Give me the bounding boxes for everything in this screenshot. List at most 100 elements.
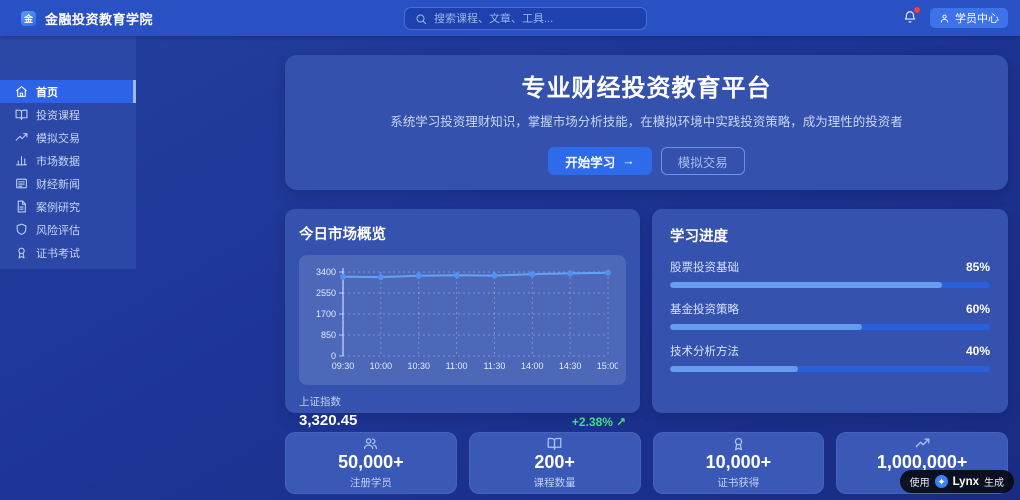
svg-text:14:30: 14:30	[559, 361, 582, 371]
sidebar-item-exam[interactable]: 证书考试	[0, 241, 136, 264]
svg-text:15:00: 15:00	[597, 361, 618, 371]
search-icon	[416, 14, 426, 24]
lynx-logo-icon	[934, 475, 948, 488]
notification-dot	[914, 7, 920, 13]
sidebar-item-label: 财经新闻	[36, 178, 80, 191]
sidebar-item-label: 市场数据	[36, 155, 80, 168]
overview-row: 今日市场概览 0 850 1700 2550 3400 09:30 10:00 10:30 11…	[285, 209, 1008, 429]
sidebar-item-label: 首页	[36, 86, 58, 99]
stat-value: 50,000+	[338, 452, 404, 473]
trend-icon	[915, 436, 930, 451]
file-icon	[15, 200, 28, 213]
start-learning-button[interactable]: 开始学习 →	[548, 147, 652, 176]
index-summary: 上证指数 3,320.45 +2.38% ↗	[299, 394, 626, 429]
app-title: 金融投资教育学院	[45, 11, 154, 27]
index-name: 上证指数	[299, 396, 341, 408]
stat-label: 课程数量	[533, 476, 576, 489]
svg-text:3400: 3400	[316, 267, 336, 277]
news-icon	[15, 177, 28, 190]
search-box[interactable]	[404, 7, 647, 30]
hero-banner: 专业财经投资教育平台 系统学习投资理财知识，掌握市场分析技能，在模拟环境中实践投…	[285, 55, 1008, 190]
sidebar-item-market[interactable]: 市场数据	[0, 149, 136, 172]
top-right-actions: 学员中心	[903, 0, 1008, 36]
simulated-trading-button[interactable]: 模拟交易	[660, 147, 745, 176]
progress-label: 股票投资基础	[670, 262, 739, 274]
hero-buttons: 开始学习 → 模拟交易	[285, 147, 1008, 176]
svg-text:1700: 1700	[316, 309, 336, 319]
progress-fill	[670, 366, 798, 372]
trend-icon	[15, 131, 28, 144]
sidebar-item-courses[interactable]: 投资课程	[0, 103, 136, 126]
progress-percent: 40%	[965, 344, 990, 358]
svg-text:2550: 2550	[316, 288, 336, 298]
main-content: 专业财经投资教育平台 系统学习投资理财知识，掌握市场分析技能，在模拟环境中实践投…	[285, 55, 1008, 494]
progress-list: 股票投资基础 85% 基金投资策略 60% 技术分析方法 40%	[670, 259, 990, 372]
sidebar-item-label: 投资课程	[36, 109, 80, 122]
stat-label: 注册学员	[349, 476, 392, 489]
sidebar-item-label: 案例研究	[36, 201, 80, 214]
progress-percent: 85%	[965, 260, 990, 274]
index-change: +2.38% ↗	[571, 415, 626, 429]
shield-icon	[15, 223, 28, 236]
progress-card-title: 学习进度	[670, 229, 728, 245]
stat-card-certificates: 10,000+ 证书获得	[652, 432, 825, 494]
top-bar: 金 金融投资教育学院 学员中心	[0, 0, 1020, 36]
progress-fill	[670, 282, 942, 288]
progress-percent: 60%	[965, 302, 990, 316]
stat-card-students: 50,000+ 注册学员	[285, 432, 457, 494]
market-card-title: 今日市场概览	[299, 227, 386, 243]
sidebar-item-simulated[interactable]: 模拟交易	[0, 126, 136, 149]
user-center-label: 学员中心	[955, 13, 999, 25]
hero-subtitle: 系统学习投资理财知识，掌握市场分析技能，在模拟环境中实践投资策略，成为理性的投资…	[390, 115, 903, 129]
home-icon	[15, 85, 28, 98]
book-icon	[15, 108, 28, 121]
svg-text:10:30: 10:30	[407, 361, 430, 371]
progress-label: 基金投资策略	[670, 304, 739, 316]
stat-value: 10,000+	[705, 452, 772, 473]
progress-item: 股票投资基础 85%	[670, 259, 990, 288]
book-icon	[547, 436, 562, 451]
award-icon	[15, 246, 28, 259]
progress-track	[670, 282, 990, 288]
svg-text:11:00: 11:00	[446, 361, 468, 371]
svg-text:10:00: 10:00	[370, 361, 393, 371]
trend-up-arrow-icon: ↗	[615, 415, 626, 429]
svg-text:0: 0	[331, 351, 336, 361]
progress-track	[670, 324, 990, 330]
progress-item: 技术分析方法 40%	[670, 343, 990, 372]
hero-title: 专业财经投资教育平台	[521, 75, 772, 102]
brand-logo-icon: 金	[21, 10, 36, 26]
award-icon	[731, 436, 746, 451]
market-line-chart: 0 850 1700 2550 3400 09:30 10:00 10:30 11:00 11:3…	[299, 255, 626, 385]
sidebar: 首页投资课程模拟交易市场数据财经新闻案例研究风险评估证书考试	[0, 36, 136, 269]
progress-item: 基金投资策略 60%	[670, 301, 990, 330]
svg-text:11:30: 11:30	[483, 361, 505, 371]
index-value: 3,320.45	[299, 412, 358, 429]
progress-fill	[670, 324, 862, 330]
user-center-button[interactable]: 学员中心	[930, 8, 1008, 28]
market-overview-card: 今日市场概览 0 850 1700 2550 3400 09:30 10:00 10:30 11…	[285, 209, 640, 429]
brand: 金 金融投资教育学院	[0, 9, 153, 28]
learning-progress-card: 学习进度 股票投资基础 85% 基金投资策略 60% 技术分析方法 40%	[652, 209, 1008, 413]
sidebar-item-risk[interactable]: 风险评估	[0, 218, 136, 241]
notification-bell-icon[interactable]	[903, 7, 920, 26]
person-icon	[940, 14, 949, 23]
arrow-right-icon: →	[622, 154, 635, 169]
stat-label: 证书获得	[717, 476, 760, 489]
stat-value: 200+	[534, 452, 575, 473]
users-icon	[363, 436, 378, 451]
sidebar-item-news[interactable]: 财经新闻	[0, 172, 136, 195]
stat-card-courses: 200+ 课程数量	[468, 432, 641, 494]
search-input[interactable]	[434, 12, 636, 25]
sidebar-item-home[interactable]: 首页	[0, 80, 136, 103]
barchart-icon	[15, 154, 28, 167]
svg-text:850: 850	[321, 330, 336, 340]
svg-text:14:00: 14:00	[521, 361, 544, 371]
sidebar-item-cases[interactable]: 案例研究	[0, 195, 136, 218]
sidebar-item-label: 风险评估	[36, 224, 80, 237]
svg-text:09:30: 09:30	[332, 361, 355, 371]
progress-track	[670, 366, 990, 372]
sidebar-item-label: 证书考试	[36, 247, 80, 260]
sidebar-item-label: 模拟交易	[36, 132, 80, 145]
lynx-watermark-badge[interactable]: 使用 Lynx 生成	[899, 470, 1014, 493]
